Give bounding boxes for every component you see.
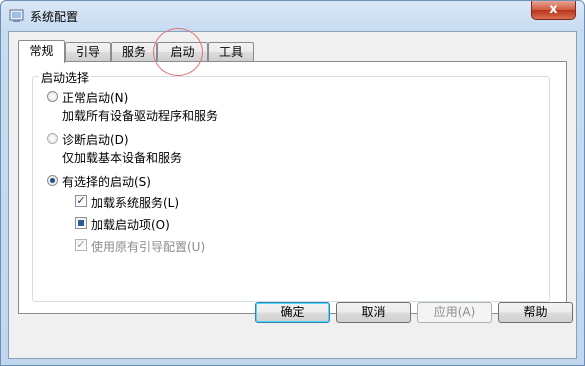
group-title: 启动选择 <box>39 69 92 86</box>
ok-button[interactable]: 确定 <box>255 302 330 323</box>
apply-button[interactable]: 应用(A) <box>417 302 492 323</box>
diagnostic-startup-desc: 仅加载基本设备和服务 <box>62 151 183 165</box>
use-original-boot-config-label: 使用原有引导配置(U) <box>91 240 206 254</box>
selective-startup-radio[interactable] <box>47 175 58 186</box>
general-tab-panel: 启动选择 正常启动(N) 加载所有设备驱动程序和服务 诊断启动(D) 仅加载基本… <box>18 61 567 314</box>
title-bar[interactable]: 系统配置 x <box>1 1 584 31</box>
load-system-services-label[interactable]: 加载系统服务(L) <box>91 194 179 211</box>
tab-startup[interactable]: 启动 <box>157 42 208 61</box>
system-config-window: 系统配置 x 常规 引导 服务 启动 工具 启动选择 正常启动(N) 加载所有设… <box>0 0 585 366</box>
cancel-button[interactable]: 取消 <box>336 302 411 323</box>
msconfig-icon <box>9 9 24 22</box>
help-button[interactable]: 帮助 <box>498 302 573 323</box>
load-startup-items-label[interactable]: 加载启动项(O) <box>91 216 170 233</box>
normal-startup-label[interactable]: 正常启动(N) <box>62 89 128 106</box>
selective-startup-label[interactable]: 有选择的启动(S) <box>62 173 151 190</box>
window-title: 系统配置 <box>30 10 79 24</box>
tab-general[interactable]: 常规 <box>18 40 65 63</box>
tab-services[interactable]: 服务 <box>111 42 157 61</box>
use-original-boot-config-checkbox: ✓ <box>75 238 87 251</box>
diagnostic-startup-label[interactable]: 诊断启动(D) <box>62 131 129 148</box>
diagnostic-startup-radio[interactable] <box>47 133 58 144</box>
tab-tools[interactable]: 工具 <box>208 42 254 61</box>
startup-selection-group: 启动选择 正常启动(N) 加载所有设备驱动程序和服务 诊断启动(D) 仅加载基本… <box>32 69 550 302</box>
tab-boot[interactable]: 引导 <box>65 42 111 61</box>
close-button[interactable]: x <box>531 1 576 20</box>
load-system-services-checkbox[interactable]: ✓ <box>75 195 87 207</box>
load-startup-items-checkbox[interactable] <box>75 217 87 229</box>
normal-startup-radio[interactable] <box>47 91 58 102</box>
normal-startup-desc: 加载所有设备驱动程序和服务 <box>62 109 219 123</box>
